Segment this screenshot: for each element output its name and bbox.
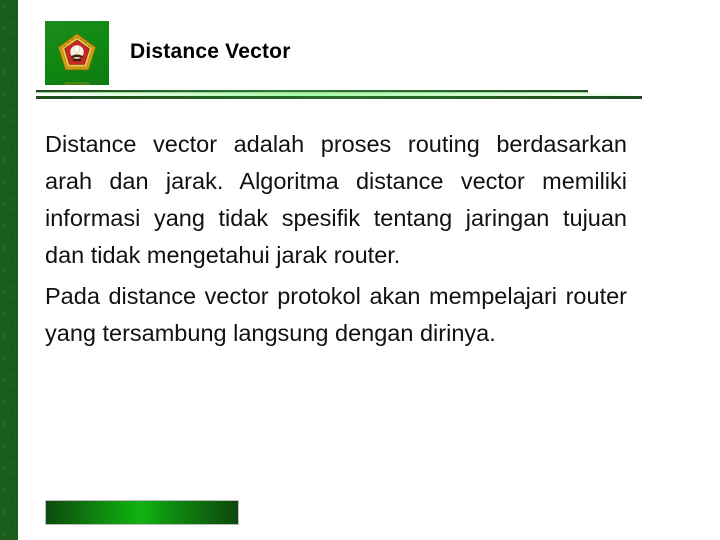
body-content: Distance vector adalah proses routing be…	[45, 126, 627, 352]
divider-line-bottom	[36, 96, 642, 99]
left-accent-band	[0, 0, 18, 540]
institution-logo	[45, 21, 109, 85]
page-title: Distance Vector	[130, 40, 291, 63]
paragraph-2: Pada distance vector protokol akan mempe…	[45, 283, 627, 346]
slide-canvas: Distance Vector Distance vector adalah p…	[0, 0, 720, 540]
decorative-gradient-bar	[45, 500, 239, 525]
emblem-reflection-icon	[58, 81, 96, 85]
paragraph-1: Distance vector adalah proses routing be…	[45, 131, 627, 268]
university-emblem-icon	[57, 33, 97, 71]
